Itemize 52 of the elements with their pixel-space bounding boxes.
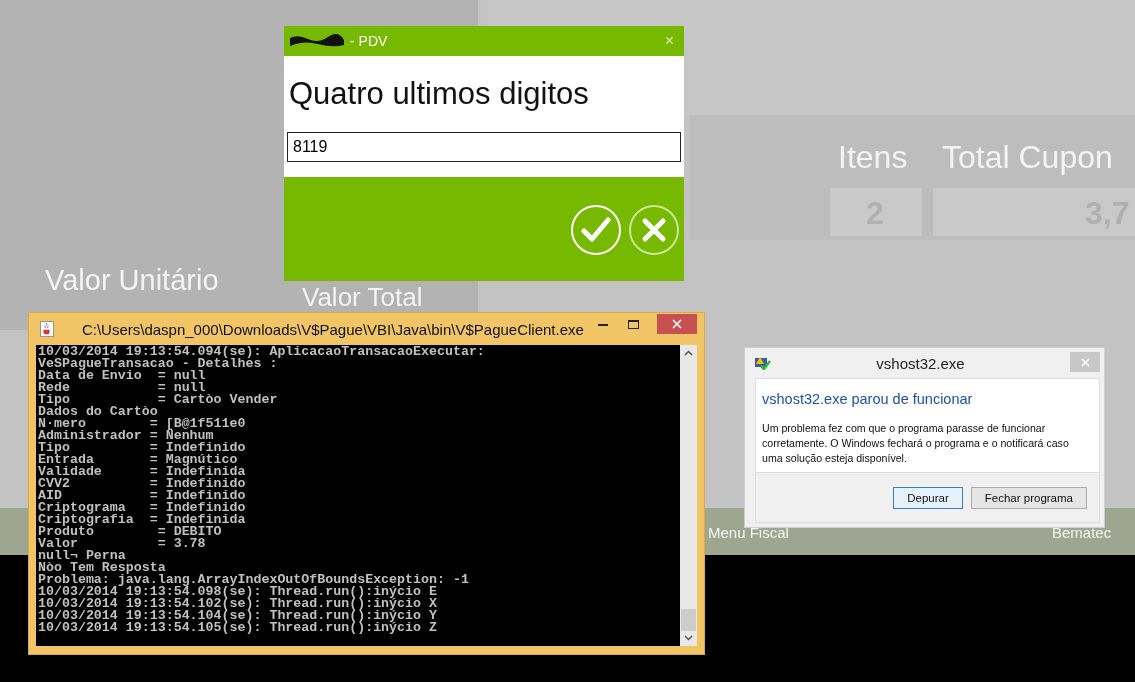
warning-icon [755, 356, 771, 370]
background-label: Valor Unitário [45, 265, 219, 297]
minimize-icon [598, 322, 609, 326]
window-title: C:\Users\daspn_000\Downloads\V$Pague\VBI\Java\bin\V$PagueClient.exe [81, 320, 584, 338]
scrollbar[interactable] [680, 345, 697, 646]
error-message: Um problema fez com que o programa parasse de funcionar corretamente. O Windows fechará o programa e o notificará caso uma solução esteja disponível. [762, 421, 1070, 466]
console-line: AID = Indefinido [38, 490, 247, 502]
window-title: - PDV [350, 33, 389, 49]
console-line: 10/03/2014 19:13:54.104(se): Thread.run():inýcio Y [38, 610, 438, 622]
console-line: N·mero = [B@1f511e0 [38, 418, 247, 430]
console-line: Valor = 3.78 [38, 538, 207, 550]
console-line: Administrador = Nenhum [38, 430, 214, 442]
console-line: null¬ Perna [38, 550, 126, 562]
background-label: Bematec [1052, 525, 1112, 542]
console-line: 10/03/2014 19:13:54.105(se): Thread.run():inýcio Z [38, 622, 438, 634]
prompt-text: Quatro ultimos digitos [289, 76, 590, 113]
close-icon [1080, 357, 1090, 367]
console-line: Rede = null [38, 382, 206, 394]
cancel-button[interactable] [629, 205, 679, 255]
close-button[interactable] [1070, 352, 1100, 372]
console-line: Tipo = Cartòo Vender [38, 394, 279, 406]
background-label: Menu Fiscal [708, 525, 789, 542]
maximize-icon [628, 319, 640, 329]
console-line: VeSPagueTransacao - Detalhes : [38, 358, 278, 370]
console-line: Criptograma = Indefinido [38, 502, 247, 514]
console-line: Criptografia = Indefinida [38, 514, 247, 526]
dialog-button[interactable]: Depurar [893, 486, 963, 509]
scroll-thumb[interactable] [681, 609, 696, 631]
console-line: CVV2 = Indefinido [38, 478, 247, 490]
window-title: vshost32.exe [875, 354, 966, 372]
console-line: Validade = Indefinida [38, 466, 247, 478]
console-line: Data de Envio = null [38, 370, 207, 382]
console-line: 10/03/2014 19:13:54.102(se): Thread.run():inýcio X [38, 598, 438, 610]
close-icon [672, 319, 682, 329]
console-line: Tipo = Indefinido [38, 442, 247, 454]
console-line: Produto = DEBITO [38, 526, 223, 538]
cup-icon [40, 320, 54, 338]
console-line: 10/03/2014 19:13:54.098(se): Thread.run():inýcio E [38, 586, 437, 598]
console-line: Dados do Cartòo [38, 406, 159, 418]
redaction-mark [288, 34, 346, 48]
error-heading: vshost32.exe parou de funcionar [762, 391, 974, 407]
input-field[interactable]: 8119 [287, 132, 681, 162]
close-icon [641, 217, 667, 243]
background-label: Valor Total [302, 283, 423, 312]
console-line: 10/03/2014 19:13:54.094(se): AplicacaoTransacaoExecutar: [38, 346, 486, 358]
close-button[interactable] [657, 314, 697, 334]
console-line: Entrada = Magnútico [38, 454, 238, 466]
dialog-button[interactable]: Fechar programa [970, 486, 1087, 509]
console-line: Problema: java.lang.ArrayIndexOutOfBoundsException: -1 [38, 574, 470, 586]
check-icon [581, 217, 611, 243]
confirm-button[interactable] [571, 205, 621, 255]
console-line: Nòo Tem Resposta [38, 562, 166, 574]
